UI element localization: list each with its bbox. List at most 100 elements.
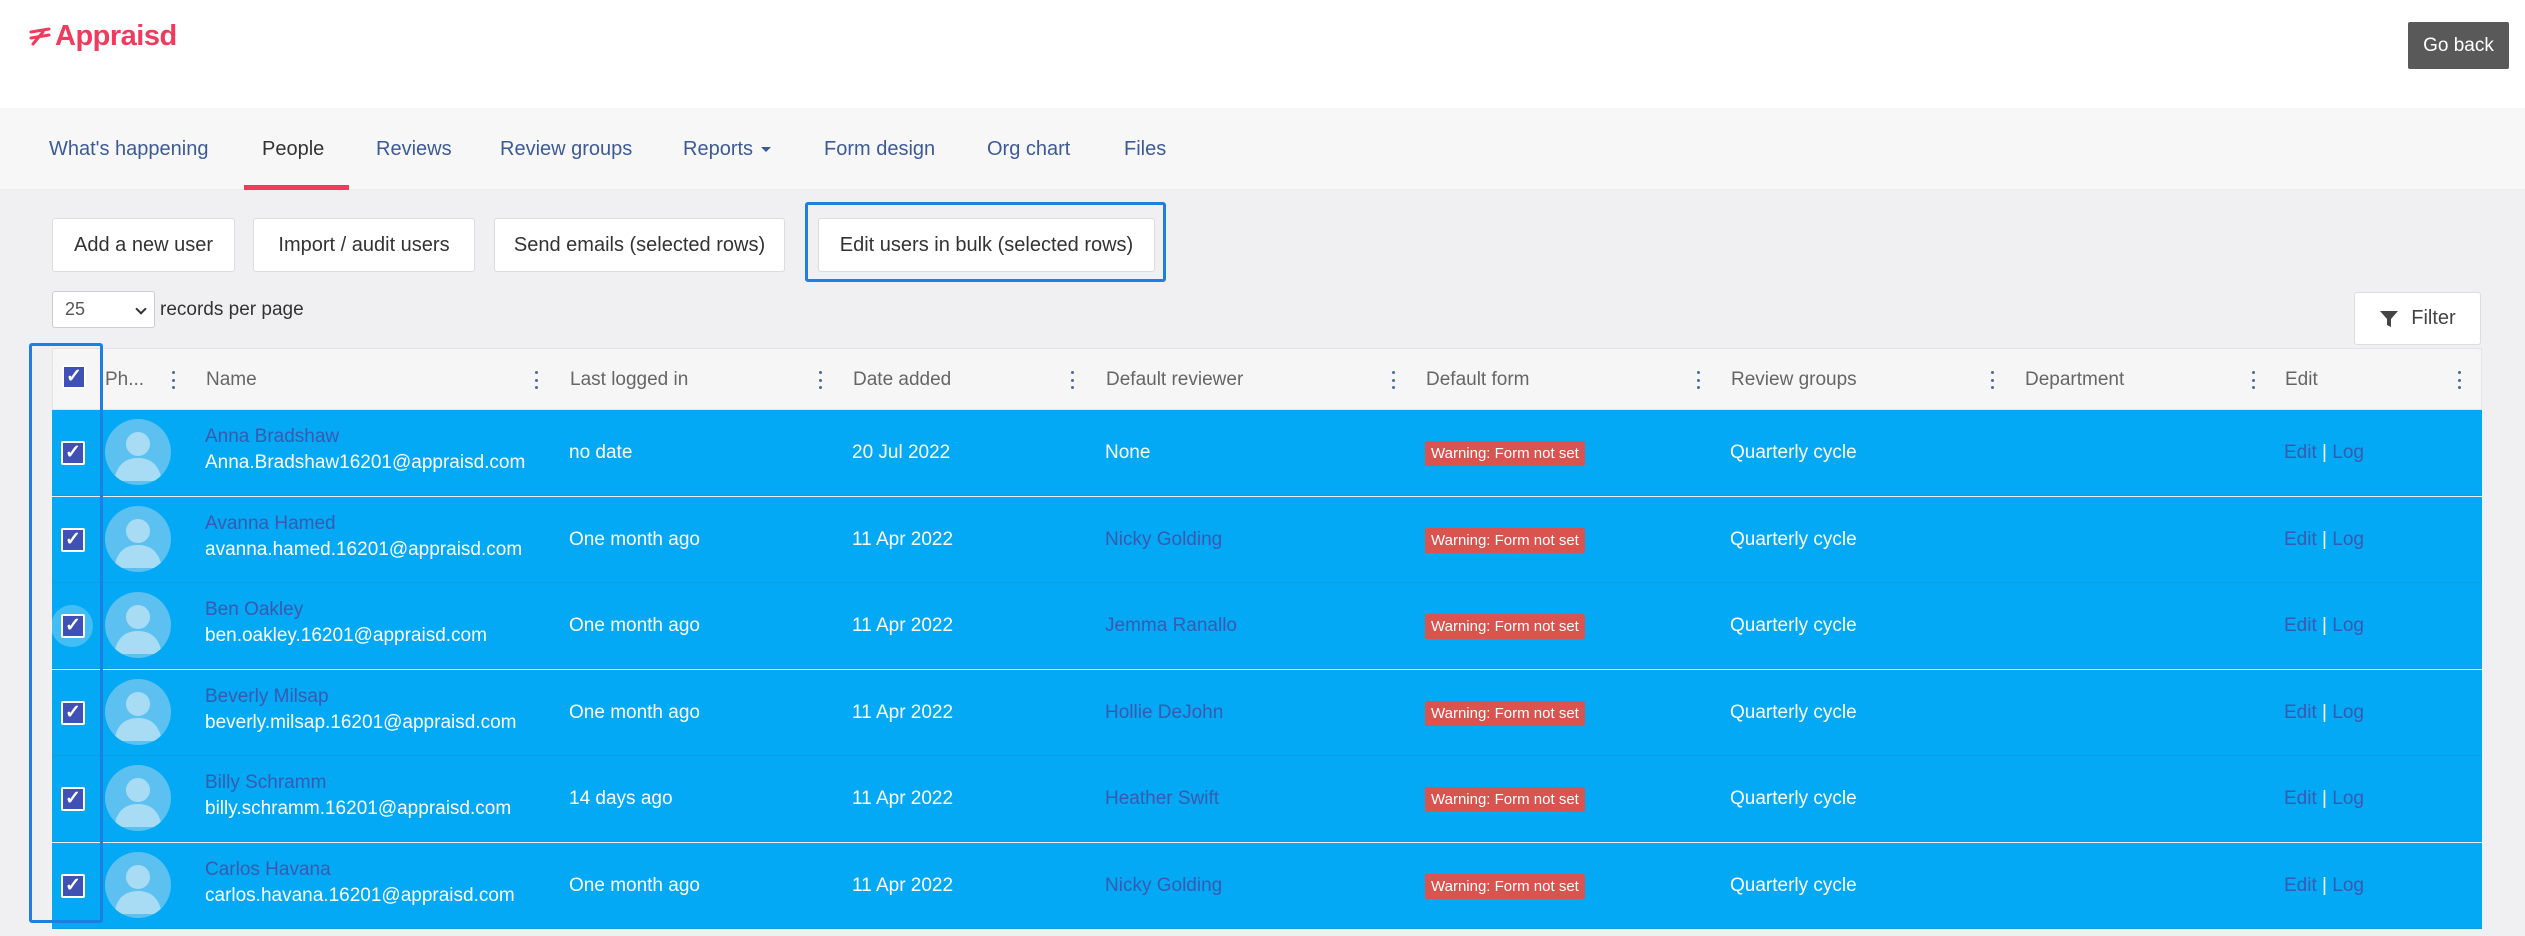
column-menu-icon[interactable]: [1990, 371, 1994, 389]
filter-icon: [2380, 310, 2399, 327]
top-bar: Appraisd Go back: [0, 0, 2525, 108]
edit-log-links: Edit | Log: [2284, 529, 2364, 551]
filter-button[interactable]: Filter: [2354, 292, 2481, 345]
col-default-reviewer[interactable]: Default reviewer: [1106, 349, 1243, 411]
send-emails-button[interactable]: Send emails (selected rows): [494, 218, 785, 272]
col-default-form[interactable]: Default form: [1426, 349, 1529, 411]
column-menu-icon[interactable]: [2251, 371, 2255, 389]
column-menu-icon[interactable]: [1070, 371, 1074, 389]
log-link[interactable]: Log: [2332, 615, 2364, 636]
form-warning-badge: Warning: Form not set: [1425, 873, 1585, 899]
edit-link[interactable]: Edit: [2284, 529, 2317, 550]
default-reviewer-cell[interactable]: Jemma Ranallo: [1105, 615, 1237, 637]
col-department[interactable]: Department: [2025, 349, 2124, 411]
link-separator: |: [2322, 615, 2327, 636]
user-name-link[interactable]: Ben Oakley: [205, 599, 487, 621]
review-groups-cell: Quarterly cycle: [1730, 442, 1857, 463]
user-email: billy.schramm.16201@appraisd.com: [205, 798, 512, 819]
user-silhouette-icon: [114, 432, 162, 481]
edit-link[interactable]: Edit: [2284, 875, 2317, 896]
edit-link[interactable]: Edit: [2284, 442, 2317, 463]
log-link[interactable]: Log: [2332, 442, 2364, 463]
user-name-cell: Carlos Havana carlos.havana.16201@apprais…: [205, 859, 515, 907]
nav-reports-label: Reports: [683, 137, 754, 160]
default-reviewer-cell[interactable]: Nicky Golding: [1105, 875, 1222, 897]
user-name-link[interactable]: Carlos Havana: [205, 859, 515, 881]
link-separator: |: [2322, 874, 2327, 896]
link-separator: |: [2322, 701, 2327, 723]
nav-form-design[interactable]: Form design: [824, 108, 935, 190]
table-row[interactable]: ✓ Beverly Milsap beverly.milsap.16201@appr…: [52, 669, 2482, 756]
logo-text: Appraisd: [55, 20, 177, 52]
last-logged-in-cell: no date: [569, 442, 633, 463]
default-reviewer-cell[interactable]: Nicky Golding: [1105, 529, 1222, 551]
edit-link[interactable]: Edit: [2284, 615, 2317, 636]
log-link[interactable]: Log: [2332, 875, 2364, 896]
col-date-added[interactable]: Date added: [853, 349, 951, 411]
column-menu-icon[interactable]: [1696, 371, 1700, 389]
caret-down-icon: [761, 146, 772, 152]
edit-log-links: Edit | Log: [2284, 875, 2364, 897]
chevron-down-icon: [135, 303, 147, 315]
edit-log-links: Edit | Log: [2284, 788, 2364, 810]
column-menu-icon[interactable]: [534, 371, 538, 389]
user-silhouette-icon: [114, 518, 162, 568]
per-page-select[interactable]: 25: [52, 291, 155, 328]
table-row[interactable]: ✓ Ben Oakley ben.oakley.16201@appraisd.com…: [51, 583, 2482, 669]
col-photo[interactable]: Ph...: [105, 349, 144, 411]
nav-review-groups[interactable]: Review groups: [500, 108, 632, 190]
date-added-cell: 11 Apr 2022: [852, 788, 954, 809]
edit-link[interactable]: Edit: [2284, 702, 2317, 723]
last-logged-in-cell: 14 days ago: [569, 788, 673, 809]
last-logged-in-cell: One month ago: [569, 615, 700, 636]
table-row[interactable]: ✓ Billy Schramm billy.schramm.16201@apprai…: [52, 756, 2482, 842]
nav-org-chart[interactable]: Org chart: [987, 108, 1070, 190]
table-row[interactable]: ✓ Anna Bradshaw Anna.Bradshaw16201@apprais…: [52, 410, 2482, 496]
avatar: [105, 592, 171, 658]
default-reviewer-cell[interactable]: Heather Swift: [1105, 788, 1219, 810]
import-audit-button[interactable]: Import / audit users: [253, 218, 475, 272]
avatar: [105, 765, 171, 831]
date-added-cell: 20 Jul 2022: [852, 442, 951, 463]
avatar: [105, 678, 171, 745]
user-email: carlos.havana.16201@appraisd.com: [205, 884, 515, 906]
edit-link[interactable]: Edit: [2284, 788, 2317, 809]
user-name-link[interactable]: Beverly Milsap: [205, 686, 516, 708]
user-name-link[interactable]: Anna Bradshaw: [205, 426, 525, 448]
column-menu-icon[interactable]: [818, 371, 822, 389]
table-row[interactable]: ✓ Avanna Hamed avanna.hamed.16201@appraisd…: [52, 496, 2482, 583]
nav-whats-happening[interactable]: What's happening: [49, 108, 208, 190]
user-silhouette-icon: [114, 778, 162, 827]
form-warning-badge: Warning: Form not set: [1425, 787, 1585, 812]
column-menu-icon[interactable]: [171, 371, 175, 389]
add-user-button[interactable]: Add a new user: [52, 218, 235, 272]
form-warning-badge: Warning: Form not set: [1425, 614, 1585, 639]
log-link[interactable]: Log: [2332, 702, 2364, 723]
select-column-highlight: [29, 343, 103, 923]
col-review-groups[interactable]: Review groups: [1731, 349, 1857, 411]
user-name-cell: Billy Schramm billy.schramm.16201@apprais…: [205, 772, 511, 820]
table-header: ✓ Ph... Name Last logged in Date added D…: [52, 348, 2482, 410]
nav-files[interactable]: Files: [1124, 108, 1166, 190]
default-reviewer-cell[interactable]: Hollie DeJohn: [1105, 702, 1223, 724]
col-last-logged-in[interactable]: Last logged in: [570, 349, 688, 411]
log-link[interactable]: Log: [2332, 788, 2364, 809]
user-silhouette-icon: [114, 605, 162, 654]
nav-people[interactable]: People: [262, 108, 324, 190]
nav-reports[interactable]: Reports: [683, 108, 772, 190]
user-name-link[interactable]: Billy Schramm: [205, 772, 511, 794]
log-link[interactable]: Log: [2332, 529, 2364, 550]
column-menu-icon[interactable]: [1391, 371, 1395, 389]
column-menu-icon[interactable]: [2457, 371, 2461, 389]
user-name-link[interactable]: Avanna Hamed: [205, 513, 522, 535]
col-edit[interactable]: Edit: [2285, 349, 2318, 411]
nav-reviews[interactable]: Reviews: [376, 108, 452, 190]
app-logo[interactable]: Appraisd: [29, 20, 177, 53]
go-back-button[interactable]: Go back: [2408, 22, 2509, 69]
table-row[interactable]: ✓ Carlos Havana carlos.havana.16201@apprai…: [52, 842, 2482, 929]
user-name-cell: Beverly Milsap beverly.milsap.16201@appra…: [205, 686, 516, 734]
col-name[interactable]: Name: [206, 349, 257, 411]
review-groups-cell: Quarterly cycle: [1730, 528, 1857, 550]
edit-log-links: Edit | Log: [2284, 442, 2364, 464]
link-separator: |: [2322, 528, 2327, 550]
